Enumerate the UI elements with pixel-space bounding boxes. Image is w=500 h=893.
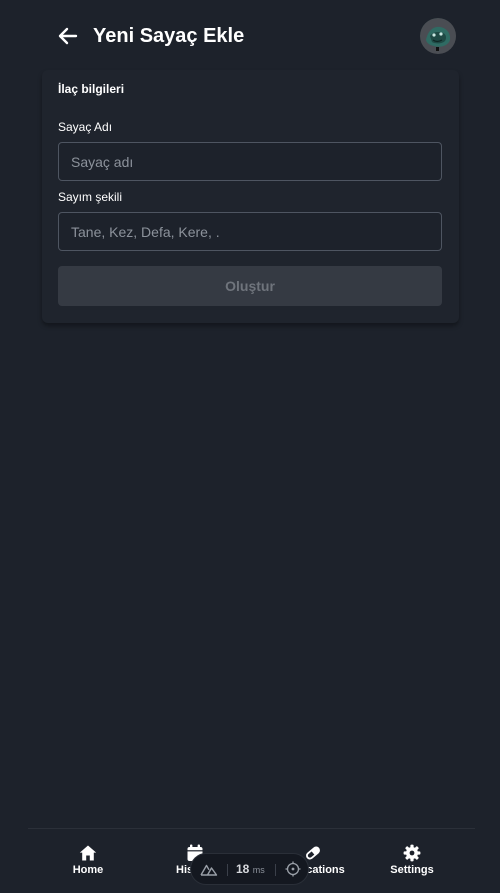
count-unit-label: Sayım şekili: [58, 190, 123, 204]
nuxt-logo-icon: [200, 864, 218, 876]
nav-item-settings[interactable]: Settings: [357, 844, 467, 888]
crosshair-icon[interactable]: [285, 861, 301, 877]
nav-label-home: Home: [72, 864, 104, 876]
render-time-value: 18: [236, 862, 250, 876]
nav-divider: [28, 828, 475, 829]
create-button[interactable]: Oluştur: [58, 266, 442, 306]
page: Yeni Sayaç Ekle İlaç bilgileri Sayaç Adı…: [0, 0, 500, 893]
count-unit-input[interactable]: [58, 212, 442, 251]
counter-name-label: Sayaç Adı: [58, 120, 113, 134]
arrow-left-icon: [58, 27, 78, 45]
nav-label-settings: Settings: [390, 864, 434, 876]
gear-icon: [403, 844, 421, 862]
devtools-separator: [275, 864, 276, 876]
avatar[interactable]: [420, 18, 456, 54]
back-button[interactable]: [55, 23, 81, 49]
render-time-readout: 18 ms: [236, 862, 265, 876]
counter-name-input[interactable]: [58, 142, 442, 181]
devtools-pill[interactable]: 18 ms: [190, 853, 309, 885]
home-icon: [79, 844, 97, 862]
page-title: Yeni Sayaç Ekle: [93, 25, 245, 47]
avatar-image: [420, 18, 456, 54]
devtools-separator: [227, 864, 228, 876]
pill-icon: [304, 844, 322, 862]
section-title: İlaç bilgileri: [58, 82, 125, 96]
app-header: Yeni Sayaç Ekle: [0, 0, 500, 72]
nav-item-home[interactable]: Home: [33, 844, 143, 888]
render-time-unit: ms: [252, 865, 265, 875]
